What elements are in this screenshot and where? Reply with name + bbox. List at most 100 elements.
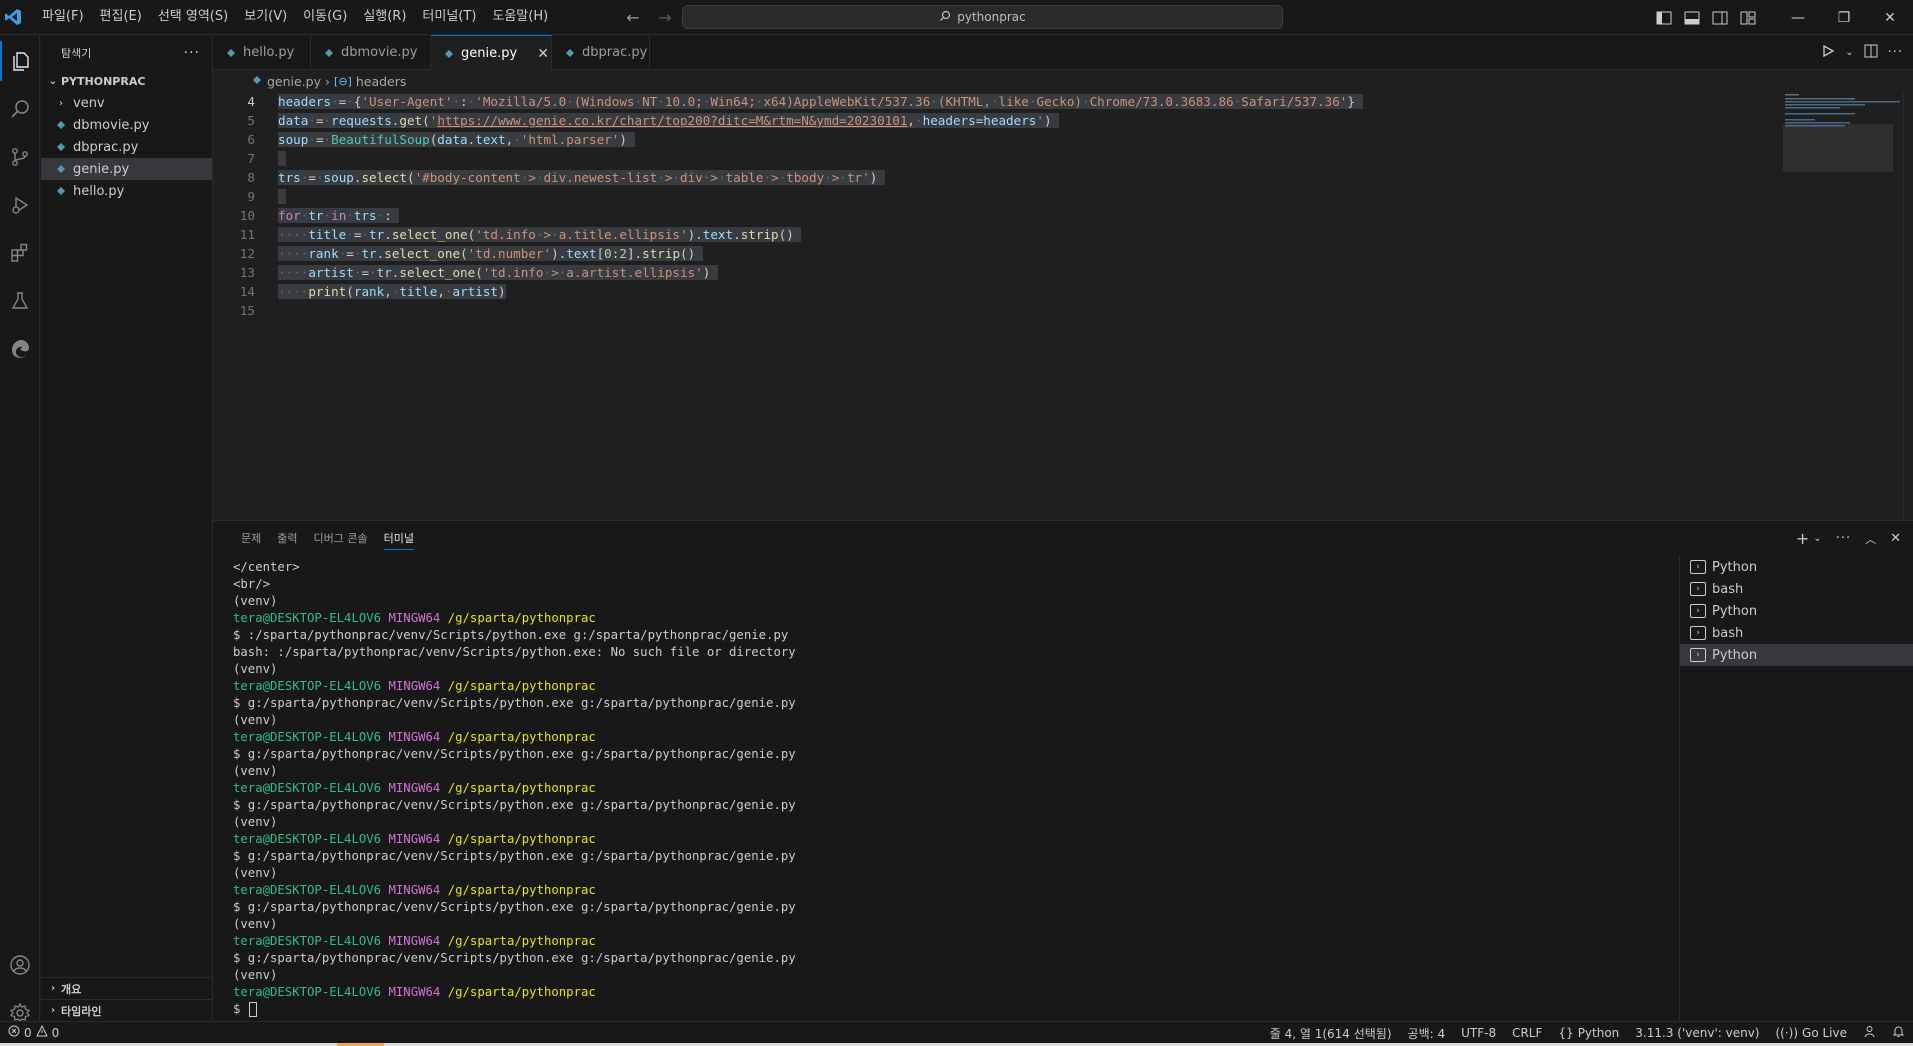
maximize-panel-icon[interactable]: ︿: [1865, 531, 1876, 547]
vscode-logo-icon: [2, 6, 24, 28]
command-center-search[interactable]: pythonprac: [682, 5, 1283, 29]
menu-item[interactable]: 터미널(T): [414, 5, 484, 29]
python-interpreter[interactable]: 3.11.3 ('venv': venv): [1635, 1026, 1759, 1040]
menu-item[interactable]: 실행(R): [355, 5, 414, 29]
close-tab-icon[interactable]: ✕: [537, 46, 549, 62]
extensions-icon[interactable]: [0, 233, 40, 273]
back-arrow-icon[interactable]: ←: [622, 6, 644, 28]
menu-item[interactable]: 도움말(H): [484, 5, 556, 29]
end-of-line[interactable]: CRLF: [1512, 1026, 1542, 1040]
outline-section[interactable]: › 개요: [41, 977, 212, 999]
terminal-text: $ g:/sparta/pythonprac/venv/Scripts/pyth…: [233, 747, 796, 761]
menu-item[interactable]: 선택 영역(S): [150, 5, 236, 29]
terminal-instance[interactable]: › Python: [1680, 556, 1913, 578]
menu-item[interactable]: 파일(F): [34, 5, 92, 29]
warning-count: 0: [51, 1025, 60, 1040]
breadcrumb-symbol[interactable]: headers: [356, 74, 407, 89]
forward-arrow-icon[interactable]: →: [654, 6, 676, 28]
tree-file[interactable]: dbmovie.py: [41, 114, 212, 136]
more-actions-icon[interactable]: ···: [184, 45, 200, 61]
cursor-position[interactable]: 줄 4, 열 1(614 선택됨): [1270, 1025, 1392, 1042]
close-panel-icon[interactable]: ✕: [1890, 531, 1901, 546]
panel-actions: + ⌄ ··· ︿ ✕: [1796, 521, 1901, 556]
chevron-down-icon[interactable]: ⌄: [1845, 47, 1853, 58]
split-editor-icon[interactable]: [1864, 44, 1878, 62]
tree-file[interactable]: dbprac.py: [41, 136, 212, 158]
go-live-button[interactable]: ((·)) Go Live: [1775, 1026, 1847, 1040]
customize-layout-icon[interactable]: [1735, 5, 1761, 31]
terminal-icon: ›: [1690, 604, 1706, 618]
account-icon[interactable]: [0, 945, 40, 985]
more-actions-icon[interactable]: ···: [1836, 531, 1851, 546]
prompt-user: tera@DESKTOP-EL4LOV6: [233, 934, 382, 948]
source-control-icon[interactable]: [0, 137, 40, 177]
terminal-prompt: tera@DESKTOP-EL4LOV6 MINGW64 /g/sparta/p…: [233, 729, 1673, 746]
line-number: 14: [239, 284, 255, 299]
editor-tab[interactable]: dbmovie.py✕: [311, 35, 431, 70]
terminal-instance[interactable]: › bash: [1680, 622, 1913, 644]
search-icon[interactable]: [0, 89, 40, 129]
minimap[interactable]: [1783, 92, 1903, 520]
terminal-text: bash: :/sparta/pythonprac/venv/Scripts/p…: [233, 645, 796, 659]
testing-icon[interactable]: [0, 281, 40, 321]
toggle-panel-icon[interactable]: [1679, 5, 1705, 31]
breadcrumb-file[interactable]: genie.py: [267, 74, 321, 89]
run-python-file-icon[interactable]: [1821, 44, 1835, 62]
notifications-bell-icon[interactable]: [1892, 1025, 1905, 1041]
restore-icon[interactable]: ❐: [1821, 0, 1867, 35]
title-bar: 파일(F) 편집(E) 선택 영역(S) 보기(V) 이동(G) 실행(R) 터미널(T) 도…: [0, 0, 1913, 35]
code-line: 5 data·=·requests.get('https://www.genie.…: [213, 111, 1773, 130]
terminal-text: (venv): [233, 866, 278, 880]
toggle-primary-sidebar-icon[interactable]: [1651, 5, 1677, 31]
toggle-secondary-sidebar-icon[interactable]: [1707, 5, 1733, 31]
terminal-instance[interactable]: › Python: [1680, 600, 1913, 622]
encoding[interactable]: UTF-8: [1461, 1026, 1496, 1040]
terminal-line: $ g:/sparta/pythonprac/venv/Scripts/pyth…: [233, 950, 1673, 967]
chevron-down-icon[interactable]: ⌄: [1813, 533, 1821, 544]
terminal-prompt: tera@DESKTOP-EL4LOV6 MINGW64 /g/sparta/p…: [233, 780, 1673, 797]
tree-folder[interactable]: › venv: [41, 92, 212, 114]
new-terminal-icon[interactable]: +: [1796, 529, 1809, 548]
activity-bar: [0, 35, 40, 1024]
menu-item[interactable]: 이동(G): [295, 5, 355, 29]
python-file-icon: [53, 185, 69, 197]
terminal-prompt: tera@DESKTOP-EL4LOV6 MINGW64 /g/sparta/p…: [233, 678, 1673, 695]
explorer-icon[interactable]: [0, 41, 40, 81]
accounts-icon[interactable]: [1863, 1025, 1876, 1041]
timeline-section[interactable]: › 타임라인: [41, 999, 212, 1021]
panel-tab[interactable]: 출력: [269, 521, 305, 556]
minimize-icon[interactable]: —: [1775, 0, 1821, 35]
panel-tab[interactable]: 문제: [233, 521, 269, 556]
terminal-icon: ›: [1690, 648, 1706, 662]
run-debug-icon[interactable]: [0, 185, 40, 225]
prompt-path: /g/sparta/pythonprac: [447, 883, 596, 897]
editor-tab[interactable]: dbprac.py✕: [552, 35, 650, 70]
terminal-instance[interactable]: › Python: [1680, 644, 1913, 666]
more-actions-icon[interactable]: ···: [1888, 45, 1903, 60]
prompt-user: tera@DESKTOP-EL4LOV6: [233, 730, 382, 744]
indentation[interactable]: 공백: 4: [1408, 1025, 1446, 1042]
folder-root[interactable]: ⌄ PYTHONPRAC: [41, 70, 212, 92]
prompt-host: MINGW64: [388, 679, 441, 693]
editor-tab[interactable]: genie.py ✕: [431, 35, 552, 71]
terminal-text: (venv): [233, 662, 278, 676]
vertical-scrollbar[interactable]: [1903, 92, 1913, 520]
menu-item[interactable]: 보기(V): [236, 5, 295, 29]
edge-devtools-icon[interactable]: [0, 329, 40, 369]
terminal-instance[interactable]: › bash: [1680, 578, 1913, 600]
breadcrumb-file-icon: [251, 74, 263, 89]
status-problems[interactable]: 0 0: [0, 1024, 60, 1040]
code-editor[interactable]: 4 headers·=·{'User-Agent'·:·'Mozilla/5.0·…: [213, 92, 1773, 520]
menu-item[interactable]: 편집(E): [92, 5, 150, 29]
panel-tab[interactable]: 터미널: [376, 521, 422, 556]
editor-tab[interactable]: hello.py✕: [213, 35, 311, 70]
tree-file[interactable]: hello.py: [41, 180, 212, 202]
prompt-host: MINGW64: [388, 730, 441, 744]
tree-file[interactable]: genie.py: [41, 158, 212, 180]
terminal-output[interactable]: </center> <br/> (venv) tera@DESKTOP-EL4LOV6…: [233, 559, 1673, 1021]
chevron-right-icon: ›: [50, 1005, 56, 1016]
language-mode[interactable]: {} Python: [1558, 1026, 1619, 1040]
close-window-icon[interactable]: ✕: [1867, 0, 1913, 35]
panel-tab[interactable]: 디버그 콘솔: [306, 521, 376, 556]
prompt-user: tera@DESKTOP-EL4LOV6: [233, 985, 382, 999]
